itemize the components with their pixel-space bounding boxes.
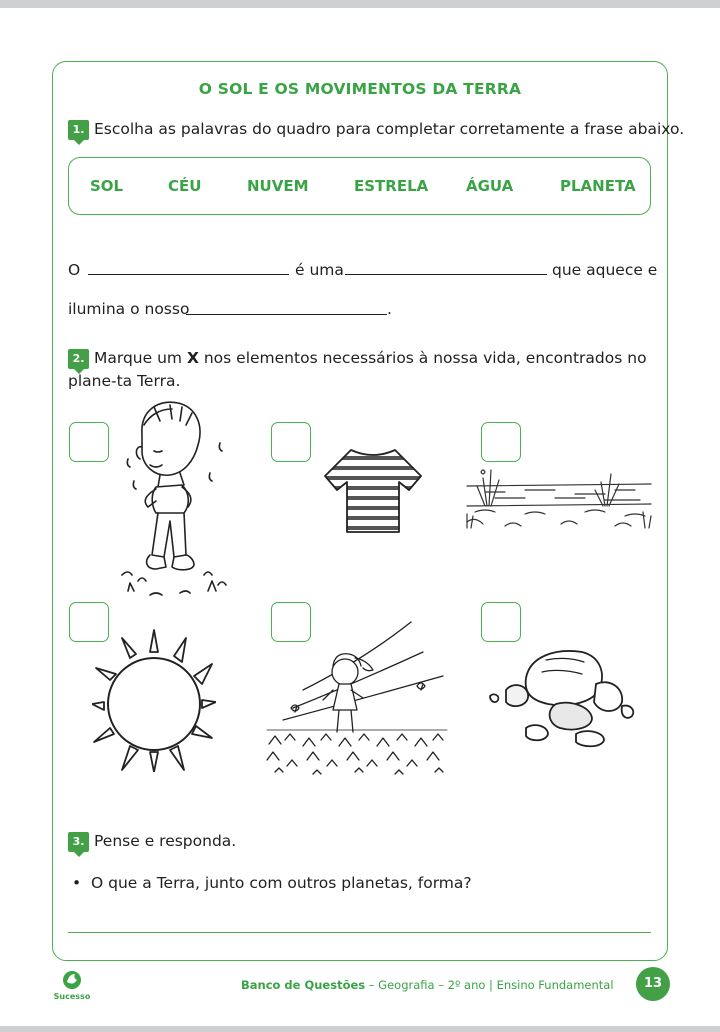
bottom-bar	[0, 1026, 720, 1032]
answer-line-q3[interactable]	[68, 932, 651, 933]
sucesso-logo: Sucesso	[52, 970, 92, 1001]
word-planeta: PLANETA	[560, 177, 636, 195]
rocks-illustration	[489, 650, 635, 748]
top-bar	[0, 0, 720, 8]
boy-sweating-illustration	[121, 401, 227, 596]
question-1: 1. Escolha as palavras do quadro para com…	[68, 118, 685, 145]
girl-in-wind-illustration	[266, 621, 448, 775]
question-2: 2. Marque um X nos elementos necessários …	[68, 347, 658, 393]
sentence-line-2: ilumina o nosso	[68, 300, 190, 318]
bullet-marker: •	[72, 874, 82, 892]
question-1-text: Escolha as palavras do quadro para compl…	[94, 120, 685, 138]
word-sol: SOL	[90, 177, 124, 195]
question-2-mark: X	[186, 349, 199, 367]
striped-shirt-illustration	[324, 449, 422, 533]
sentence-period: .	[387, 300, 392, 318]
question-3-question: O que a Terra, junto com outros planetas…	[91, 874, 472, 892]
answer-blank-1[interactable]	[88, 274, 289, 275]
question-2-number: 2.	[68, 349, 89, 374]
sucesso-logo-icon	[63, 971, 81, 989]
question-2-text-before: Marque um	[94, 349, 183, 367]
checkbox-boy[interactable]	[69, 422, 109, 462]
question-3-item: • O que a Terra, junto com outros planet…	[72, 874, 472, 892]
question-3: 3. Pense e responda.	[68, 830, 237, 857]
sentence-start: O	[68, 261, 81, 279]
word-box: SOL CÉU NUVEM ESTRELA ÁGUA PLANETA	[68, 157, 651, 215]
checkbox-rocks[interactable]	[481, 602, 521, 642]
river-illustration	[466, 469, 652, 529]
checkbox-river[interactable]	[481, 422, 521, 462]
checkbox-shirt[interactable]	[271, 422, 311, 462]
word-agua: ÁGUA	[466, 177, 514, 195]
sentence-end: que aquece e	[552, 261, 658, 279]
sentence-mid: é uma	[295, 261, 344, 279]
logo-text: Sucesso	[53, 992, 91, 1001]
sun-illustration	[92, 629, 216, 772]
word-estrela: ESTRELA	[354, 177, 429, 195]
word-nuvem: NUVEM	[247, 177, 309, 195]
question-3-number: 3.	[68, 832, 89, 857]
footer-bold: Banco de Questões	[241, 978, 366, 992]
question-3-text: Pense e responda.	[94, 832, 237, 850]
answer-blank-3[interactable]	[186, 314, 387, 315]
footer-text: Banco de Questões – Geografia – 2º ano |…	[241, 978, 614, 992]
question-1-number: 1.	[68, 120, 89, 145]
footer-rest: – Geografia – 2º ano | Ensino Fundamenta…	[365, 978, 614, 992]
answer-blank-2[interactable]	[345, 274, 547, 275]
page-title: O SOL E OS MOVIMENTOS DA TERRA	[198, 80, 522, 98]
page-number: 13	[636, 967, 670, 1001]
word-ceu: CÉU	[168, 177, 202, 195]
